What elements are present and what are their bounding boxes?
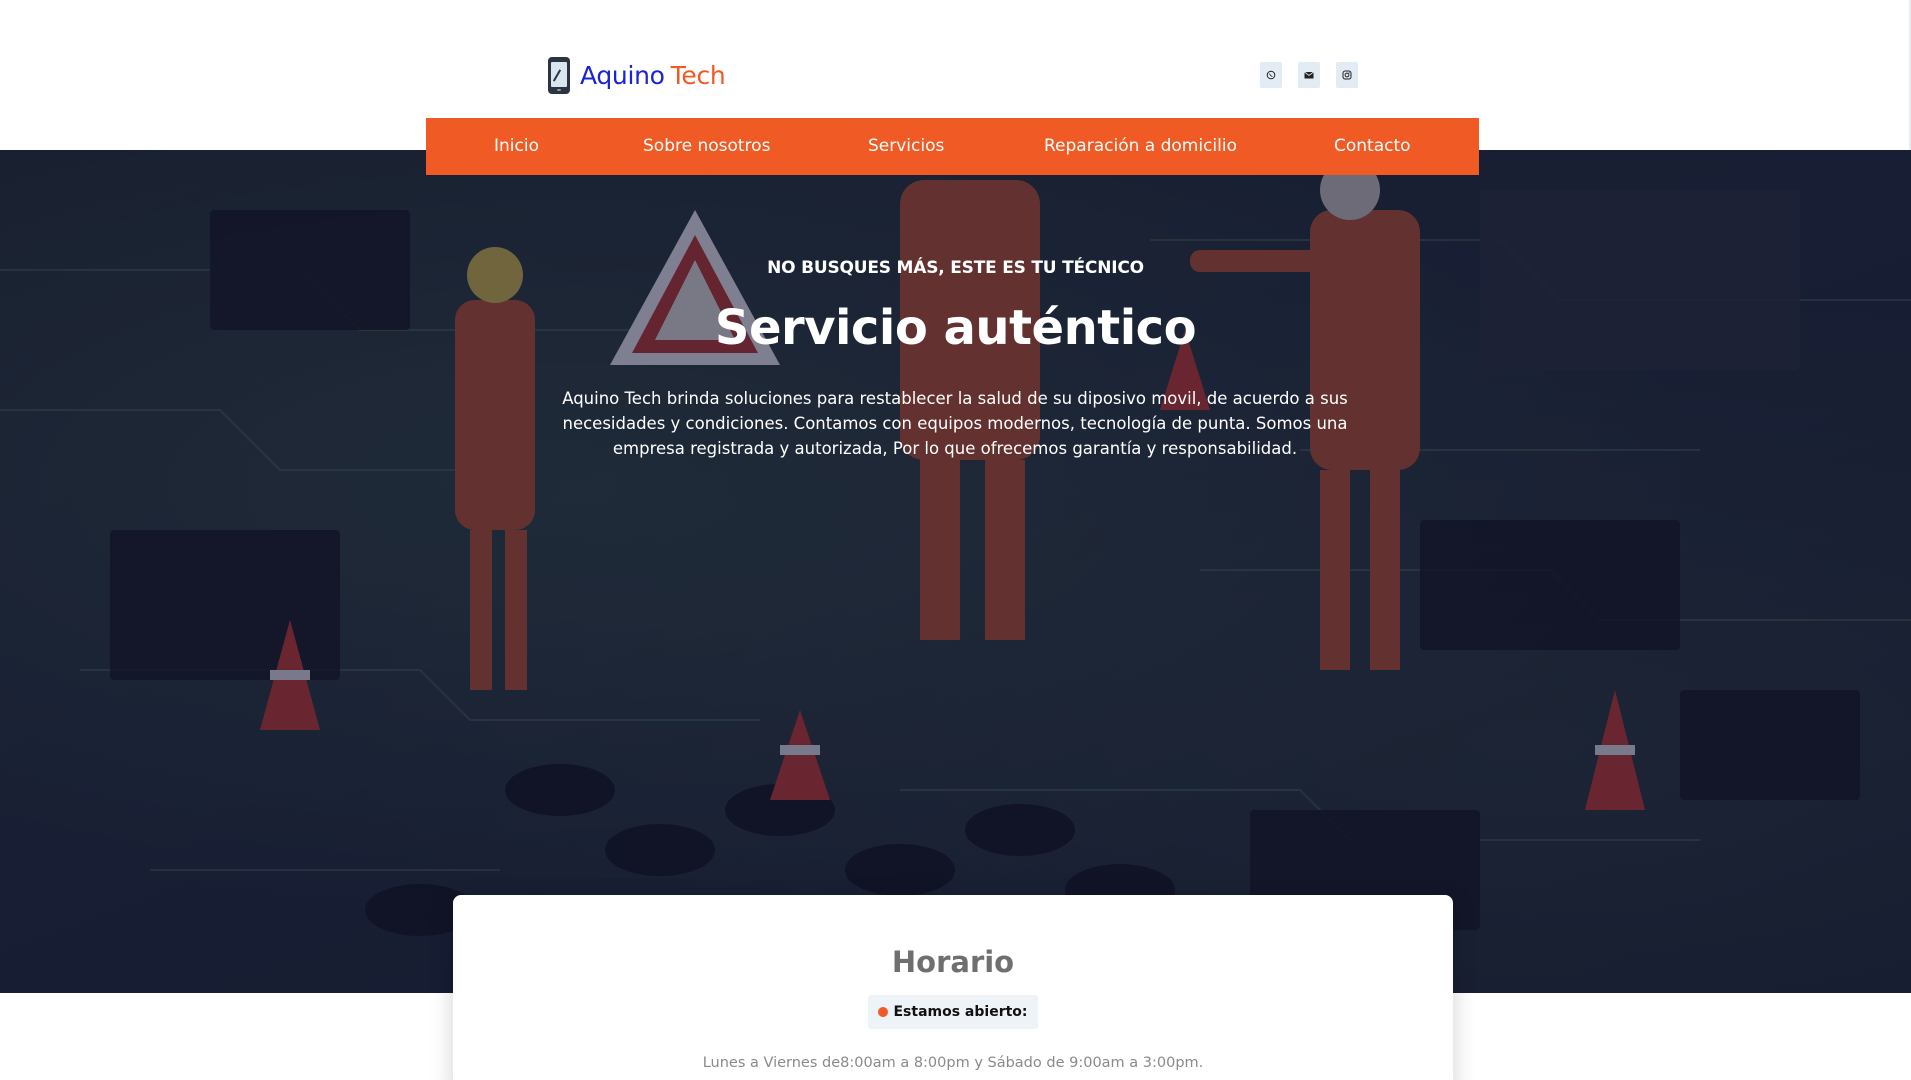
phone-icon (548, 56, 570, 94)
logo-text-tech: Tech (670, 60, 726, 90)
hero-title: Servicio auténtico (714, 300, 1197, 356)
status-badge: Estamos abierto: (868, 995, 1038, 1029)
envelope-icon[interactable] (1298, 62, 1320, 88)
status-dot-icon (878, 1007, 889, 1017)
nav-item-servicios[interactable]: Servicios (868, 136, 944, 156)
hero-description: Aquino Tech brinda soluciones para resta… (562, 389, 1348, 458)
whatsapp-icon[interactable] (1260, 62, 1282, 88)
nav-item-contacto[interactable]: Contacto (1334, 136, 1411, 156)
instagram-icon[interactable] (1336, 62, 1358, 88)
schedule-title: Horario (891, 945, 1015, 979)
logo-text-aquino: Aquino (580, 60, 665, 90)
hero-section: NO BUSQUES MÁS, ESTE ES TU TÉCNICO Servi… (0, 150, 1911, 993)
social-links (1260, 62, 1358, 88)
main-nav: Inicio Sobre nosotros Servicios Reparaci… (426, 118, 1479, 175)
hero-kicker: NO BUSQUES MÁS, ESTE ES TU TÉCNICO (767, 258, 1144, 278)
logo[interactable]: Aquino Tech (548, 55, 726, 95)
nav-item-sobre-nosotros[interactable]: Sobre nosotros (643, 136, 770, 156)
nav-item-reparacion-a-domicilio[interactable]: Reparación a domicilio (1044, 136, 1237, 156)
schedule-hours: Lunes a Viernes de8:00am a 8:00pm y Sába… (702, 1055, 1204, 1071)
nav-item-inicio[interactable]: Inicio (494, 136, 539, 156)
schedule-card: Horario Estamos abierto: Lunes a Viernes… (453, 895, 1453, 1080)
status-text: Estamos abierto: (893, 1004, 1028, 1020)
